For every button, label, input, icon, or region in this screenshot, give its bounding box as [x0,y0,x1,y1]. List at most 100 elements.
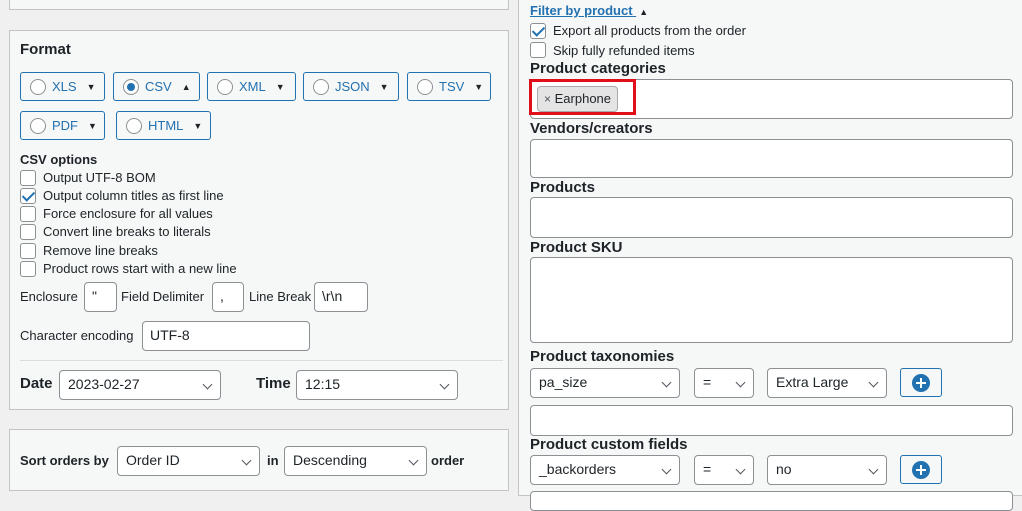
column-titles-label: Output column titles as first line [43,188,224,203]
csv-label: CSV [145,79,172,94]
product-rows-newline-checkbox[interactable] [20,261,36,277]
chevron-down-icon [202,379,213,390]
format-html-button[interactable]: HTML ▼ [116,111,211,140]
time-value: 12:15 [305,376,341,392]
tsv-label: TSV [439,79,465,94]
chevron-down-icon: ▼ [474,81,484,92]
custom-operator-select[interactable]: = [694,455,754,485]
xml-label: XML [239,79,266,94]
products-field[interactable] [530,197,1013,238]
sort-panel: Sort orders by Order ID in Descending or… [9,429,509,491]
sort-in-label: in [267,453,279,468]
format-xml-button[interactable]: XML ▼ [207,72,296,101]
pdf-label: PDF [52,118,78,133]
utf8-bom-checkbox[interactable] [20,170,36,186]
force-enclosure-checkbox[interactable] [20,206,36,222]
json-radio[interactable] [313,78,329,95]
remove-linebreaks-label: Remove line breaks [43,243,158,258]
divider [20,360,503,361]
skip-refunded-checkbox[interactable] [530,42,546,58]
chevron-up-icon: ▲ [639,7,649,17]
csv-radio[interactable] [123,78,139,95]
plus-icon [912,373,930,392]
chevron-down-icon: ▼ [86,81,96,92]
chevron-up-icon: ▲ [181,81,191,92]
taxonomy-field-value: pa_size [539,374,588,390]
taxonomy-operator-select[interactable]: = [694,368,754,398]
add-custom-field-button[interactable] [900,455,942,484]
chevron-down-icon [408,455,419,466]
filter-by-product-panel: Filter by product ▲ Export all products … [518,0,1022,511]
chevron-down-icon [661,377,672,388]
export-all-products-checkbox[interactable] [530,23,546,39]
chevron-down-icon: ▼ [275,81,285,92]
column-titles-checkbox[interactable] [20,188,36,204]
force-enclosure-label: Force enclosure for all values [43,206,213,221]
date-value: 2023-02-27 [68,376,140,392]
taxonomy-value-select[interactable]: Extra Large [767,368,887,398]
format-title: Format [20,41,71,58]
remove-linebreaks-checkbox[interactable] [20,243,36,259]
vendors-field[interactable] [530,139,1013,178]
plus-icon [912,460,930,479]
json-label: JSON [335,79,370,94]
taxonomy-field-select[interactable]: pa_size [530,368,680,398]
format-pdf-button[interactable]: PDF ▼ [20,111,105,140]
xls-radio[interactable] [30,78,46,95]
taxonomy-operator-value: = [703,374,712,390]
custom-value-select[interactable]: no [767,455,887,485]
csv-options-title: CSV options [20,152,98,167]
pdf-radio[interactable] [30,117,46,134]
chevron-down-icon: ▼ [193,120,203,131]
chevron-down-icon [868,464,879,475]
encoding-label: Character encoding [20,328,134,343]
sort-field-value: Order ID [126,452,180,468]
add-taxonomy-button[interactable] [900,368,942,397]
highlight-box [529,79,636,115]
vendors-label: Vendors/creators [530,120,653,137]
convert-linebreaks-label: Convert line breaks to literals [43,224,211,239]
custom-value: no [776,461,792,477]
enclosure-label: Enclosure [20,289,78,304]
export-all-products-label: Export all products from the order [553,23,746,38]
line-break-label: Line Break [249,289,312,304]
product-custom-fields-label: Product custom fields [530,436,688,453]
product-rows-newline-label: Product rows start with a new line [43,261,237,276]
utf8-bom-label: Output UTF-8 BOM [43,170,156,185]
products-label: Products [530,179,596,196]
encoding-input[interactable]: UTF-8 [142,321,310,351]
product-taxonomies-label: Product taxonomies [530,348,675,365]
convert-linebreaks-checkbox[interactable] [20,224,36,240]
chevron-down-icon [439,379,450,390]
date-select[interactable]: 2023-02-27 [59,370,221,400]
time-label: Time [256,375,291,392]
html-radio[interactable] [126,117,142,134]
tsv-radio[interactable] [417,78,433,95]
format-panel: Format XLS ▼ CSV ▲ XML ▼ JSON ▼ TSV ▼ PD… [9,30,509,410]
field-delimiter-input[interactable]: , [212,282,244,312]
custom-field-select[interactable]: _backorders [530,455,680,485]
format-json-button[interactable]: JSON ▼ [303,72,399,101]
product-categories-label: Product categories [530,60,666,77]
product-sku-textarea[interactable] [530,257,1013,343]
chevron-down-icon [735,377,746,388]
filter-by-product-toggle[interactable]: Filter by product ▲ [530,3,648,18]
skip-refunded-label: Skip fully refunded items [553,43,695,58]
filter-title: Filter by product [530,3,633,18]
sort-field-select[interactable]: Order ID [117,446,260,476]
time-select[interactable]: 12:15 [296,370,458,400]
field-delimiter-label: Field Delimiter [121,289,205,304]
format-xls-button[interactable]: XLS ▼ [20,72,105,101]
xml-radio[interactable] [217,78,233,95]
chevron-down-icon [735,464,746,475]
chevron-down-icon: ▼ [379,81,389,92]
taxonomy-values-field[interactable] [530,405,1013,436]
sort-direction-select[interactable]: Descending [284,446,427,476]
sort-prefix-label: Sort orders by [20,453,109,468]
format-tsv-button[interactable]: TSV ▼ [407,72,491,101]
line-break-input[interactable]: \r\n [314,282,368,312]
custom-field-values-field[interactable] [530,491,1013,511]
format-csv-button[interactable]: CSV ▲ [113,72,200,101]
enclosure-input[interactable]: " [84,282,117,312]
product-sku-label: Product SKU [530,239,623,256]
